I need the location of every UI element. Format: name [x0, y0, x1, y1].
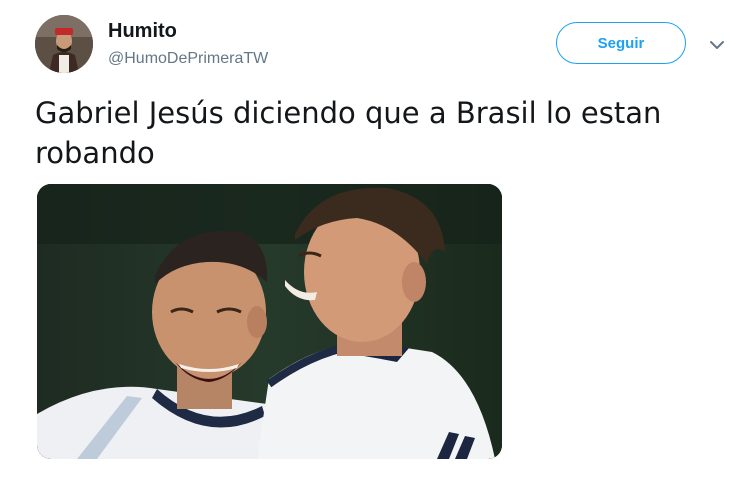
- author-handle[interactable]: @HumoDePrimeraTW: [108, 50, 268, 68]
- avatar[interactable]: [35, 15, 93, 73]
- chevron-down-icon[interactable]: [706, 34, 728, 56]
- tweet-card: Humito @HumoDePrimeraTW Seguir Gabriel J…: [0, 0, 750, 478]
- tweet-text: Gabriel Jesús diciendo que a Brasil lo e…: [35, 96, 662, 170]
- author-display-name[interactable]: Humito: [108, 20, 177, 43]
- follow-button[interactable]: Seguir: [556, 22, 686, 64]
- tweet-media-photo[interactable]: [37, 184, 502, 459]
